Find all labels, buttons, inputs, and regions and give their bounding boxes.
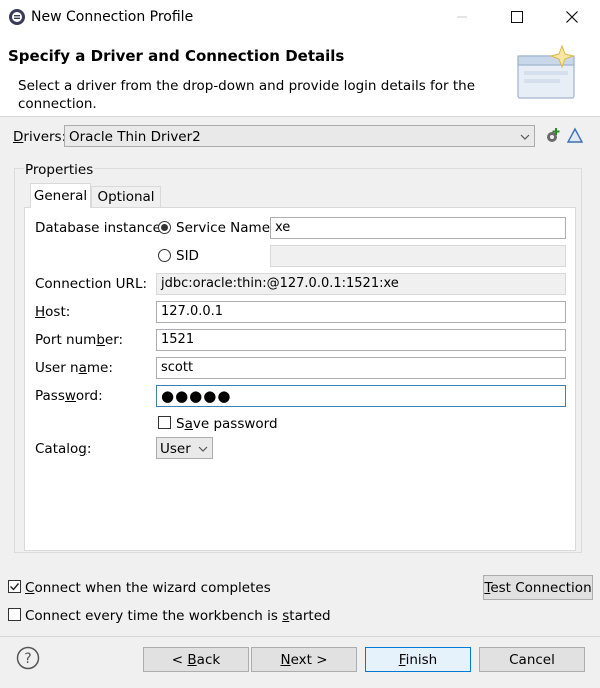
drivers-combo[interactable]: Oracle Thin Driver2 bbox=[64, 125, 535, 147]
page-description: Select a driver from the drop-down and p… bbox=[18, 78, 476, 112]
chevron-down-icon bbox=[520, 131, 530, 146]
connection-url-field[interactable]: jdbc:oracle:thin:@127.0.0.1:1521:xe bbox=[156, 273, 566, 295]
connect-when-completes-label: Connect when the wizard completes bbox=[25, 580, 271, 596]
service-name-field[interactable]: xe bbox=[270, 217, 566, 239]
edit-driver-icon[interactable] bbox=[566, 127, 584, 149]
chevron-down-icon bbox=[198, 443, 208, 458]
tab-optional-label: Optional bbox=[97, 189, 155, 205]
catalog-label: Catalog: bbox=[35, 441, 92, 457]
host-field[interactable]: 127.0.0.1 bbox=[156, 301, 566, 323]
db-instance-label: Database instance: bbox=[35, 220, 166, 236]
user-name-label: User name: bbox=[35, 360, 113, 376]
password-label: Password: bbox=[35, 388, 103, 404]
cancel-label: Cancel bbox=[509, 651, 555, 668]
catalog-combo[interactable]: User bbox=[156, 437, 213, 459]
checkmark-icon bbox=[10, 583, 20, 591]
tab-optional[interactable]: Optional bbox=[91, 186, 161, 207]
back-label: < Back bbox=[171, 651, 221, 668]
tab-general-label: General bbox=[33, 188, 88, 204]
sid-radio[interactable] bbox=[158, 249, 171, 262]
app-icon bbox=[8, 8, 26, 26]
footer-separator bbox=[0, 636, 600, 637]
cancel-button[interactable]: Cancel bbox=[479, 647, 585, 672]
svg-text:?: ? bbox=[24, 651, 31, 667]
sid-label: SID bbox=[176, 248, 199, 264]
next-button[interactable]: Next > bbox=[251, 647, 357, 672]
save-password-label: Save password bbox=[176, 416, 278, 432]
finish-button[interactable]: Finish bbox=[365, 647, 471, 672]
page-title: Specify a Driver and Connection Details bbox=[8, 47, 345, 65]
service-name-label: Service Name bbox=[176, 220, 271, 236]
connect-when-completes-checkbox[interactable] bbox=[8, 580, 21, 593]
finish-label: Finish bbox=[398, 651, 438, 668]
service-name-radio[interactable] bbox=[158, 221, 171, 234]
window-title: New Connection Profile bbox=[31, 9, 194, 25]
test-connection-button[interactable]: Test Connection bbox=[483, 575, 593, 600]
tab-general[interactable]: General bbox=[30, 183, 91, 208]
minimize-button[interactable] bbox=[439, 0, 485, 34]
test-connection-label: Test Connection bbox=[484, 579, 592, 596]
new-driver-icon[interactable] bbox=[544, 127, 562, 149]
help-icon[interactable]: ? bbox=[16, 646, 40, 674]
sid-field[interactable] bbox=[270, 245, 566, 267]
port-field[interactable]: 1521 bbox=[156, 329, 566, 351]
host-label: Host: bbox=[35, 304, 71, 320]
back-button[interactable]: < Back bbox=[143, 647, 249, 672]
port-label: Port number: bbox=[35, 332, 124, 348]
maximize-icon bbox=[511, 11, 523, 23]
close-button[interactable] bbox=[549, 0, 595, 34]
next-label: Next > bbox=[280, 651, 328, 668]
password-field[interactable]: ●●●●● bbox=[156, 385, 566, 407]
catalog-combo-value: User bbox=[160, 441, 191, 457]
user-name-field[interactable]: scott bbox=[156, 357, 566, 379]
connect-every-time-label: Connect every time the workbench is star… bbox=[25, 608, 331, 624]
connect-every-time-checkbox[interactable] bbox=[8, 608, 21, 621]
properties-group-label: Properties bbox=[24, 162, 95, 178]
save-password-checkbox[interactable] bbox=[158, 416, 171, 429]
minimize-icon bbox=[457, 16, 467, 18]
wizard-banner-icon bbox=[512, 44, 582, 102]
close-icon bbox=[566, 11, 578, 23]
drivers-combo-value: Oracle Thin Driver2 bbox=[69, 129, 201, 145]
connection-url-label: Connection URL: bbox=[35, 276, 148, 292]
drivers-label: Drivers: bbox=[13, 129, 67, 145]
maximize-button[interactable] bbox=[494, 0, 540, 34]
